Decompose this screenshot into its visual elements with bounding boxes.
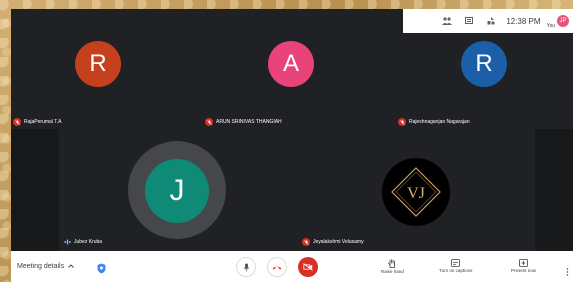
mic-off-icon — [398, 118, 406, 126]
meeting-details-button[interactable]: Meeting details — [17, 263, 74, 270]
participant-name: Jubez Kruba — [74, 239, 103, 245]
end-call-button[interactable] — [267, 257, 287, 277]
participant-avatar: R — [75, 41, 121, 87]
participant-name: Rajeshnaganjan Nagarajan — [409, 119, 470, 125]
chat-icon[interactable] — [458, 9, 480, 33]
participant-avatar: R — [461, 41, 507, 87]
bottom-bar: Meeting details Raise hand Turn on capti… — [11, 251, 573, 282]
participant-nameplate: Jeyalakshmi Velusamy — [302, 238, 364, 246]
present-icon — [519, 259, 528, 267]
vj-logo: VJ — [391, 167, 441, 217]
meeting-details-label: Meeting details — [17, 263, 65, 270]
participant-name: ARUN SRINIVAS THANGIAH — [216, 119, 282, 125]
captions-button[interactable]: Turn on captions — [439, 259, 472, 273]
hand-icon — [388, 259, 396, 268]
meet-window: 12:38 PM You JP R RajaPerumal T.A A ARUN… — [11, 9, 573, 282]
you-label: You — [546, 23, 555, 29]
mic-off-icon — [13, 118, 21, 126]
speaking-indicator-icon — [63, 238, 71, 246]
participant-nameplate: Jubez Kruba — [63, 238, 102, 246]
microphone-button[interactable] — [236, 257, 256, 277]
end-call-icon — [272, 266, 282, 269]
participant-nameplate: RajaPerumal T.A — [13, 118, 61, 126]
raise-hand-label: Raise hand — [381, 269, 404, 274]
more-options-icon[interactable] — [566, 263, 570, 276]
raise-hand-button[interactable]: Raise hand — [381, 259, 404, 274]
participant-avatar: VJ — [382, 158, 450, 226]
vj-logo-text: VJ — [407, 185, 425, 202]
chevron-up-icon — [68, 263, 74, 270]
right-filler-panel — [535, 129, 573, 251]
people-icon[interactable] — [436, 9, 458, 33]
top-bar: 12:38 PM You JP — [403, 9, 573, 33]
captions-icon — [451, 259, 461, 267]
clock-time: 12:38 PM — [506, 16, 541, 26]
mic-off-icon — [205, 118, 213, 126]
activities-icon[interactable] — [480, 9, 502, 33]
participant-name: Jeyalakshmi Velusamy — [313, 239, 364, 245]
participant-avatar: J — [145, 159, 209, 223]
camera-button[interactable] — [298, 257, 318, 277]
mic-off-icon — [302, 238, 310, 246]
captions-label: Turn on captions — [439, 268, 473, 273]
camera-off-icon — [303, 263, 313, 271]
participant-nameplate: Rajeshnaganjan Nagarajan — [398, 118, 470, 126]
participant-avatar: A — [268, 41, 314, 87]
present-now-label: Present now — [511, 268, 537, 273]
left-filler-panel — [11, 129, 59, 251]
present-now-button[interactable]: Present now — [511, 259, 536, 273]
participant-nameplate: ARUN SRINIVAS THANGIAH — [205, 118, 282, 126]
participant-name: RajaPerumal T.A — [24, 119, 62, 125]
shield-icon[interactable] — [97, 261, 106, 279]
microphone-icon — [243, 263, 249, 271]
user-avatar[interactable]: JP — [557, 15, 569, 27]
